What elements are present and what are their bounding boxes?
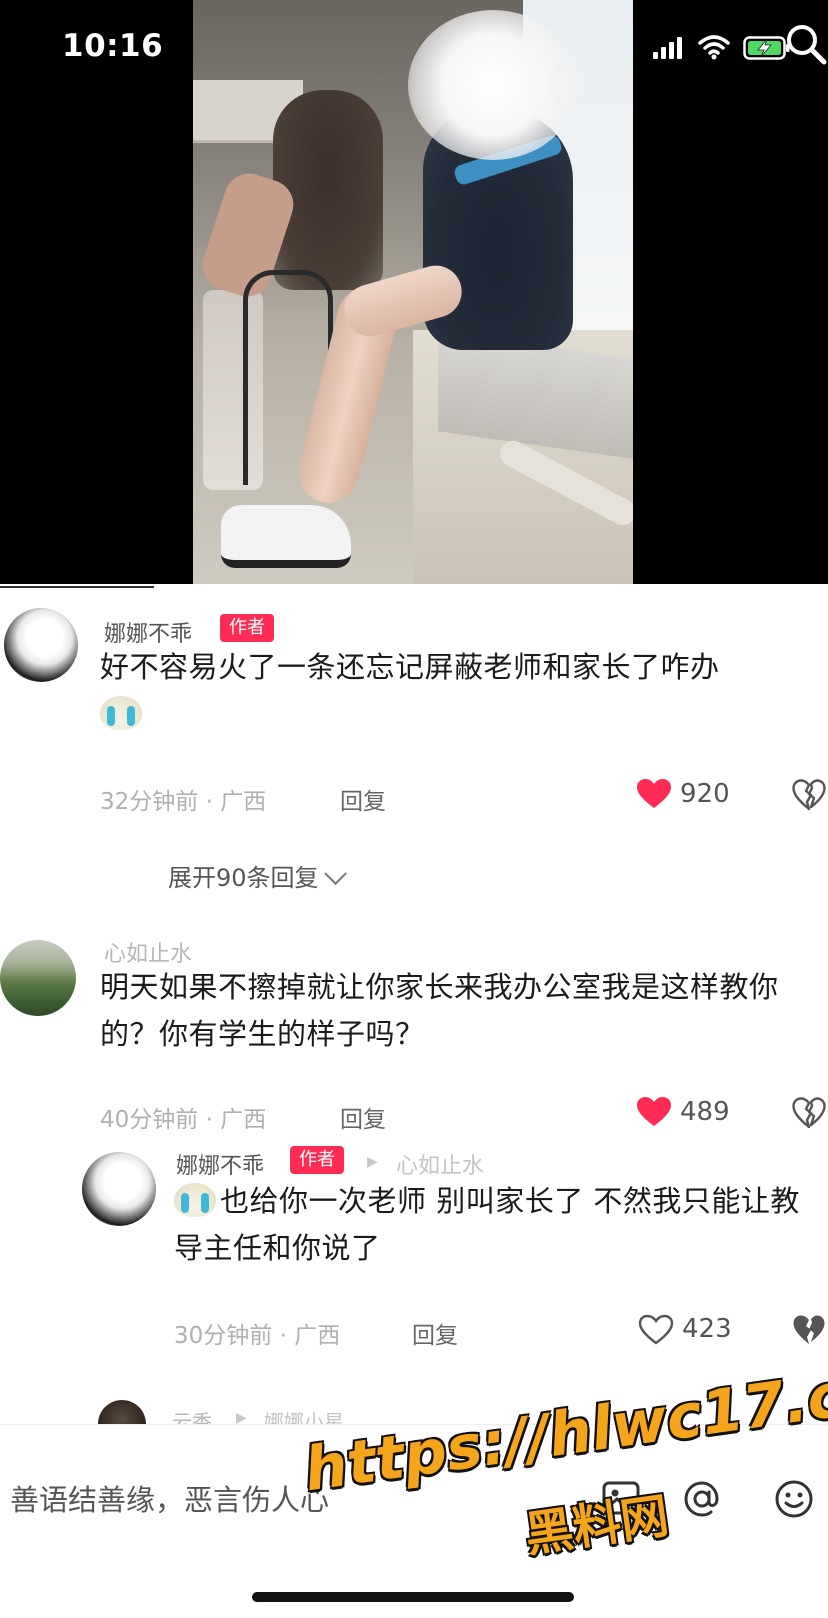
progress-indicator [0,586,154,588]
comment-text: 明天如果不擦掉就让你家长来我办公室我是这样教你的？你有学生的样子吗？ [100,970,779,1051]
status-bar: 10:16 [0,0,828,100]
reply-button[interactable]: 回复 [340,782,386,816]
comment-location: · 广西 [205,789,267,815]
broken-heart-filled-icon[interactable] [792,1314,826,1346]
avatar[interactable] [98,1400,146,1424]
reply-text: 也给你一次老师 别叫家长了 不然我只能让教导主任和你说了 [174,1178,824,1272]
reply-text-body: 也给你一次老师 别叫家长了 不然我只能让教导主任和你说了 [174,1184,800,1265]
expand-replies-button[interactable]: 展开90条回复 [168,858,347,893]
reply-meta: 30分钟前 · 广西 [174,1316,340,1350]
wifi-icon [698,35,730,60]
broken-heart-icon[interactable] [792,1097,826,1129]
at-mention-icon[interactable] [680,1477,724,1521]
comment-meta: 40分钟前 · 广西 [100,1100,266,1134]
broken-heart-icon[interactable] [792,779,826,811]
video-bg-person [273,90,383,290]
signal-icon [653,37,682,59]
search-icon[interactable] [784,22,828,66]
comment-text-body: 好不容易火了一条还忘记屏蔽老师和家长了咋办 [100,650,720,684]
avatar[interactable] [82,1152,156,1226]
reply-target[interactable]: 娜娜小星 [264,1406,344,1424]
video-player[interactable]: 10:16 [0,0,828,584]
comment-input[interactable]: 善语结善缘，恶言伤人心 [10,1477,329,1519]
comment-time: 40分钟前 [100,1107,199,1133]
reply-target[interactable]: 心如止水 [396,1148,484,1180]
partial-reply-row: 云香 ▶ 娜娜小星 [0,1396,828,1424]
author-badge: 作者 [290,1146,344,1174]
reply-button[interactable]: 回复 [340,1100,386,1134]
chevron-down-icon [323,862,347,886]
heart-filled-icon[interactable] [636,1096,672,1128]
like-count: 920 [680,779,730,809]
home-indicator[interactable] [252,1592,574,1602]
comment-input-bar: 善语结善缘，恶言伤人心 [0,1424,828,1565]
emoji-icon[interactable] [772,1477,816,1521]
heart-filled-icon[interactable] [636,778,672,810]
reply-time: 30分钟前 [174,1323,273,1349]
reply-username[interactable]: 娜娜不乖 [176,1148,264,1180]
crying-face-emoji-icon [174,1183,216,1217]
reply-location: · 广西 [279,1323,341,1349]
reply-arrow-icon: ▶ [236,1410,247,1424]
avatar[interactable] [4,608,78,682]
like-count: 423 [682,1314,732,1344]
screen: 10:16 娜娜不乖 作者 好不容易火了一条还忘记屏蔽老师和家长了咋办 32分钟… [0,0,828,1618]
video-shoe [221,505,351,568]
reply-username[interactable]: 云香 [172,1406,212,1424]
avatar[interactable] [0,940,76,1016]
comment-meta: 32分钟前 · 广西 [100,782,266,816]
comment-time: 32分钟前 [100,789,199,815]
author-badge: 作者 [220,614,274,642]
like-count: 489 [680,1097,730,1127]
reply-arrow-icon: ▶ [367,1154,378,1170]
comment-location: · 广西 [205,1107,267,1133]
image-icon[interactable] [600,1477,644,1521]
comment-text: 好不容易火了一条还忘记屏蔽老师和家长了咋办 [100,644,825,738]
heart-outline-icon[interactable] [638,1314,674,1346]
expand-replies-label: 展开90条回复 [168,864,319,892]
crying-face-emoji-icon [100,696,142,730]
reply-button[interactable]: 回复 [412,1316,458,1350]
status-time: 10:16 [62,28,164,64]
